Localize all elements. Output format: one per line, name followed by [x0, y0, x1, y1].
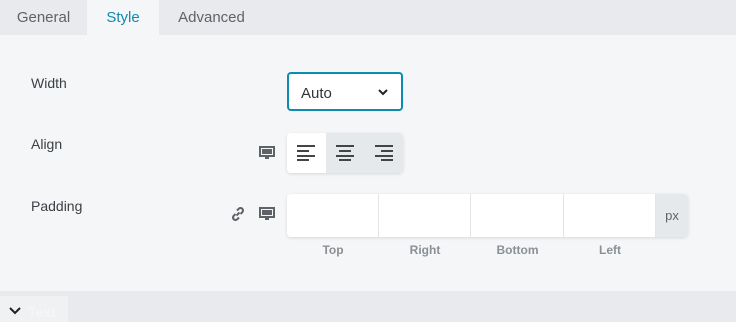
padding-left-label: Left: [599, 243, 621, 257]
align-right-button[interactable]: [365, 133, 403, 173]
padding-bottom-label: Bottom: [496, 243, 539, 257]
align-button-group: [287, 133, 403, 173]
padding-unit-button[interactable]: px: [656, 194, 688, 237]
align-center-icon: [336, 145, 354, 161]
tab-style[interactable]: Style: [87, 0, 159, 35]
padding-top-input[interactable]: [287, 194, 379, 237]
section-toggle-text[interactable]: Text: [0, 296, 68, 322]
tab-advanced[interactable]: Advanced: [159, 0, 264, 35]
align-center-button[interactable]: [326, 133, 365, 173]
width-select-value: Auto: [301, 85, 332, 102]
padding-bottom-input[interactable]: [471, 194, 564, 237]
desktop-icon[interactable]: [259, 146, 275, 160]
chevron-down-icon: [378, 89, 388, 96]
width-label: Width: [31, 75, 67, 91]
padding-right-label: Right: [409, 243, 441, 257]
chevron-down-icon: [9, 307, 21, 315]
desktop-icon[interactable]: [259, 207, 275, 221]
align-label: Align: [31, 136, 63, 152]
section-bar: [0, 291, 736, 322]
tab-bar: General Style Advanced: [0, 0, 736, 35]
padding-left-input[interactable]: [564, 194, 656, 237]
align-left-button[interactable]: [287, 133, 326, 173]
padding-label: Padding: [31, 198, 83, 214]
width-select[interactable]: Auto: [287, 72, 403, 111]
tab-general[interactable]: General: [0, 0, 87, 35]
link-icon[interactable]: [230, 206, 246, 222]
padding-inputs: px: [287, 194, 688, 237]
padding-top-label: Top: [322, 243, 344, 257]
align-left-icon: [297, 145, 315, 161]
section-title: Text: [28, 304, 56, 320]
align-right-icon: [375, 145, 393, 161]
padding-right-input[interactable]: [379, 194, 471, 237]
